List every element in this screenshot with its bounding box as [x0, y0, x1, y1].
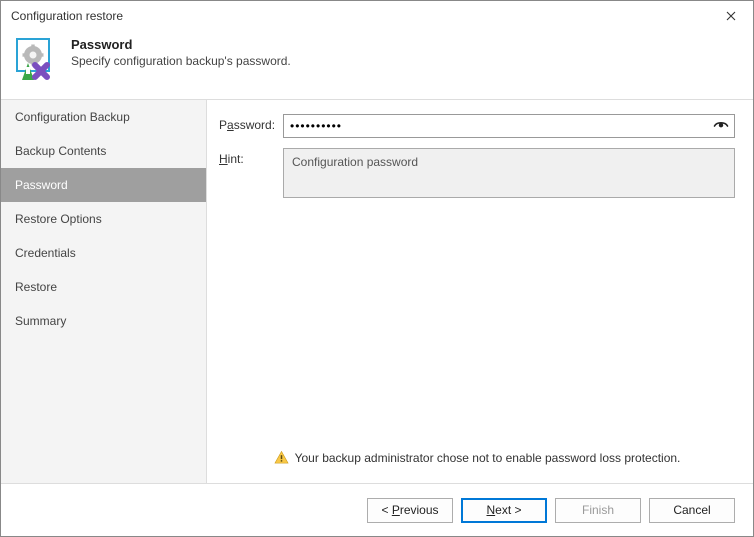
- header: Password Specify configuration backup's …: [1, 31, 753, 99]
- restore-config-icon: [13, 37, 61, 85]
- sidebar-item-credentials[interactable]: Credentials: [1, 236, 206, 270]
- sidebar-item-backup-contents[interactable]: Backup Contents: [1, 134, 206, 168]
- warning-icon: [274, 450, 289, 465]
- header-text: Password Specify configuration backup's …: [71, 37, 291, 68]
- hint-text: Configuration password: [283, 148, 735, 198]
- cancel-button[interactable]: Cancel: [649, 498, 735, 523]
- close-button[interactable]: [709, 1, 753, 31]
- sidebar-item-configuration-backup[interactable]: Configuration Backup: [1, 100, 206, 134]
- reveal-password-button[interactable]: [711, 116, 731, 136]
- hint-label: Hint:: [219, 148, 283, 170]
- titlebar: Configuration restore: [1, 1, 753, 31]
- sidebar-item-summary[interactable]: Summary: [1, 304, 206, 338]
- password-input[interactable]: [283, 114, 735, 138]
- finish-button: Finish: [555, 498, 641, 523]
- previous-button[interactable]: < Previous: [367, 498, 453, 523]
- next-button[interactable]: Next >: [461, 498, 547, 523]
- hint-row: Hint: Configuration password: [219, 148, 735, 198]
- close-icon: [726, 11, 736, 21]
- sidebar-item-restore-options[interactable]: Restore Options: [1, 202, 206, 236]
- eye-icon: [713, 118, 729, 134]
- sidebar-item-password[interactable]: Password: [1, 168, 206, 202]
- password-label: Password:: [219, 114, 283, 136]
- sidebar-item-restore[interactable]: Restore: [1, 270, 206, 304]
- password-row: Password:: [219, 114, 735, 138]
- dialog-window: Configuration restore Password Specify c…: [0, 0, 754, 537]
- window-title: Configuration restore: [11, 9, 709, 23]
- warning-row: Your backup administrator chose not to e…: [219, 444, 735, 473]
- wizard-sidebar: Configuration Backup Backup Contents Pas…: [1, 100, 207, 483]
- main-area: Configuration Backup Backup Contents Pas…: [1, 99, 753, 484]
- page-subtitle: Specify configuration backup's password.: [71, 54, 291, 68]
- footer: < Previous Next > Finish Cancel: [1, 484, 753, 536]
- content-panel: Password: Hint: Configuration password: [207, 100, 753, 483]
- warning-message: Your backup administrator chose not to e…: [295, 451, 681, 465]
- page-title: Password: [71, 37, 291, 52]
- password-input-wrap: [283, 114, 735, 138]
